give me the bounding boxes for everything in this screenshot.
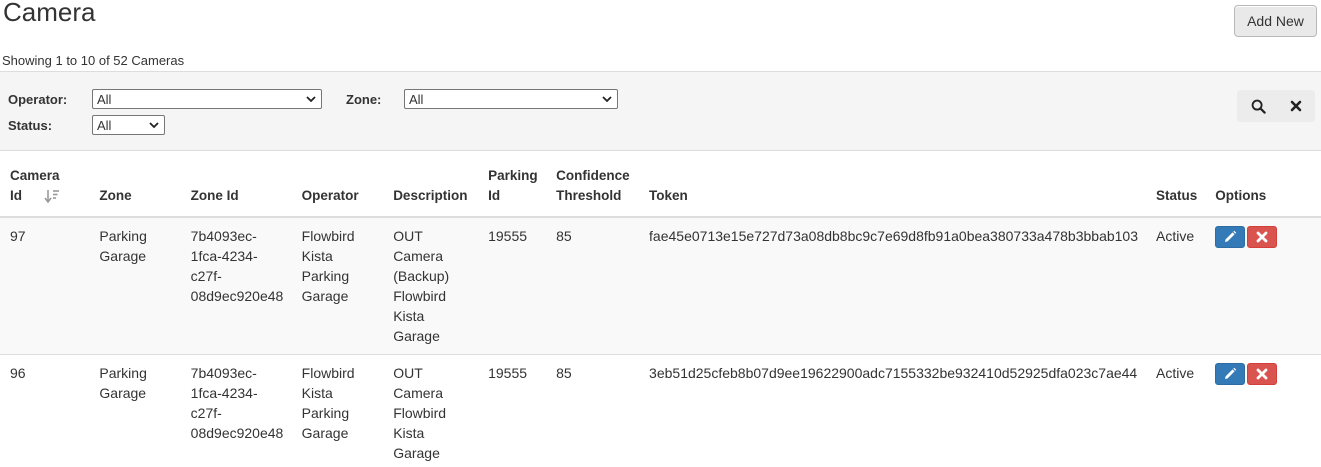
cell-zone-id: 7b4093ec- 1fca-4234- c27f- 08d9ec920e48: [180, 354, 292, 467]
col-parking-id[interactable]: Parking Id: [478, 158, 547, 218]
delete-button[interactable]: [1247, 363, 1278, 385]
cell-token: fae45e0713e15e727d73a08db8bc9c7e69d8fb91…: [639, 216, 1146, 355]
status-label: Status:: [8, 118, 53, 133]
close-icon: [1290, 100, 1302, 112]
cell-token: 3eb51d25cfeb8b07d9ee19622900adc7155332be…: [639, 354, 1146, 467]
table-row: 97 Parking Garage 7b4093ec- 1fca-4234- c27f…: [0, 216, 1321, 355]
col-options: Options: [1205, 158, 1321, 218]
col-zone-id[interactable]: Zone Id: [180, 158, 292, 218]
cell-parking-id: 19555: [478, 354, 547, 467]
search-button[interactable]: [1239, 90, 1277, 122]
chevron-down-icon: [306, 96, 316, 103]
col-zone[interactable]: Zone: [89, 158, 181, 218]
operator-label: Operator:: [8, 92, 68, 107]
cell-description: OUT Camera (Backup) Flowbird Kista Garage: [383, 216, 479, 355]
chevron-down-icon: [602, 96, 612, 103]
cell-operator: Flowbird Kista Parking Garage: [291, 216, 384, 355]
pencil-icon: [1225, 230, 1237, 242]
zone-label: Zone:: [346, 92, 382, 107]
edit-button[interactable]: [1215, 363, 1246, 385]
add-new-button[interactable]: Add New: [1234, 5, 1317, 37]
col-camera-id[interactable]: Camera Id: [0, 158, 90, 218]
chevron-down-icon: [149, 122, 159, 129]
status-select-value: All: [97, 117, 112, 133]
clear-filter-button[interactable]: [1277, 90, 1315, 122]
camera-table: Camera Id Zone Zone Id Operator Descript…: [0, 158, 1321, 467]
cell-status: Active: [1146, 354, 1206, 467]
cell-zone: Parking Garage: [89, 216, 181, 355]
showing-count: Showing 1 to 10 of 52 Cameras: [2, 53, 185, 68]
cell-options: [1205, 354, 1321, 467]
status-select[interactable]: All: [92, 115, 165, 135]
table-header-row: Camera Id Zone Zone Id Operator Descript…: [0, 158, 1321, 218]
cell-parking-id: 19555: [478, 216, 547, 355]
cell-confidence: 85: [546, 354, 640, 467]
table-row: 96 Parking Garage 7b4093ec- 1fca-4234- c27f…: [0, 354, 1321, 467]
cell-operator: Flowbird Kista Parking Garage: [291, 354, 384, 467]
pencil-icon: [1225, 367, 1237, 379]
search-icon: [1251, 99, 1266, 114]
delete-icon: [1256, 231, 1268, 243]
edit-button[interactable]: [1215, 226, 1246, 248]
operator-select[interactable]: All: [92, 89, 322, 109]
camera-page: Camera Add New Showing 1 to 10 of 52 Cam…: [0, 0, 1321, 467]
cell-options: [1205, 216, 1321, 355]
sort-icon[interactable]: [44, 189, 60, 204]
delete-icon: [1256, 368, 1268, 380]
col-confidence-threshold[interactable]: Confidence Threshold: [546, 158, 640, 218]
zone-select[interactable]: All: [404, 89, 618, 109]
cell-camera-id: 97: [0, 216, 90, 355]
cell-zone-id: 7b4093ec- 1fca-4234- c27f- 08d9ec920e48: [180, 216, 292, 355]
col-operator[interactable]: Operator: [291, 158, 384, 218]
col-status[interactable]: Status: [1146, 158, 1206, 218]
cell-camera-id: 96: [0, 354, 90, 467]
page-title: Camera: [3, 0, 96, 27]
delete-button[interactable]: [1247, 226, 1278, 248]
col-token[interactable]: Token: [639, 158, 1146, 218]
cell-zone: Parking Garage: [89, 354, 181, 467]
cell-status: Active: [1146, 216, 1206, 355]
zone-select-value: All: [409, 91, 424, 107]
cell-description: OUT Camera Flowbird Kista Garage: [383, 354, 479, 467]
operator-select-value: All: [97, 91, 112, 107]
col-description[interactable]: Description: [383, 158, 479, 218]
filter-panel: Operator: All Zone: All Status: All: [0, 71, 1321, 151]
cell-confidence: 85: [546, 216, 640, 355]
